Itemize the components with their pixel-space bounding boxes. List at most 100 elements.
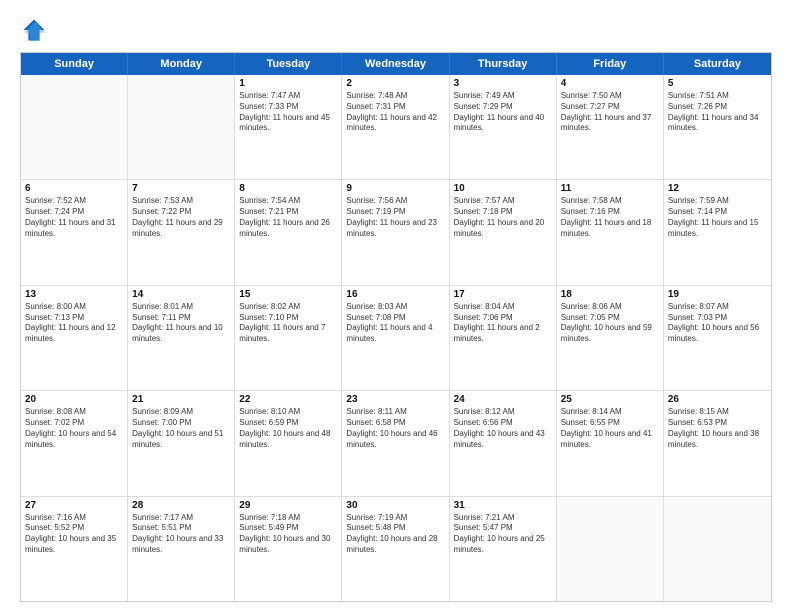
day-number: 16	[346, 289, 444, 300]
day-number: 30	[346, 500, 444, 511]
calendar-cell-7: 7Sunrise: 7:53 AM Sunset: 7:22 PM Daylig…	[128, 180, 235, 284]
header-day-friday: Friday	[557, 53, 664, 75]
cell-info: Sunrise: 8:10 AM Sunset: 6:59 PM Dayligh…	[239, 407, 337, 450]
day-number: 11	[561, 183, 659, 194]
calendar-cell-empty	[21, 75, 128, 179]
calendar-cell-empty	[557, 497, 664, 601]
header-day-tuesday: Tuesday	[235, 53, 342, 75]
cell-info: Sunrise: 7:19 AM Sunset: 5:48 PM Dayligh…	[346, 513, 444, 556]
cell-info: Sunrise: 7:47 AM Sunset: 7:33 PM Dayligh…	[239, 91, 337, 134]
day-number: 20	[25, 394, 123, 405]
cell-info: Sunrise: 8:15 AM Sunset: 6:53 PM Dayligh…	[668, 407, 767, 450]
calendar-row-0: 1 Sunrise: 7:47 AM Sunset: 7:33 PM Daylig…	[21, 75, 771, 179]
cell-info: Sunrise: 8:03 AM Sunset: 7:08 PM Dayligh…	[346, 302, 444, 345]
day-number: 5	[668, 78, 767, 89]
header	[20, 16, 772, 44]
day-number: 4	[561, 78, 659, 89]
calendar-cell-14: 14 Sunrise: 8:01 AM Sunset: 7:11 PM Dayli…	[128, 286, 235, 390]
cell-info: Sunrise: 7:49 AM Sunset: 7:29 PM Dayligh…	[454, 91, 552, 134]
calendar-row-3: 20Sunrise: 8:08 AM Sunset: 7:02 PM Dayli…	[21, 390, 771, 495]
calendar-cell-24: 24 Sunrise: 8:12 AM Sunset: 6:56 PM Dayli…	[450, 391, 557, 495]
calendar-cell-17: 17 Sunrise: 8:04 AM Sunset: 7:06 PM Dayli…	[450, 286, 557, 390]
cell-info: Sunrise: 8:11 AM Sunset: 6:58 PM Dayligh…	[346, 407, 444, 450]
cell-info: Sunrise: 8:12 AM Sunset: 6:56 PM Dayligh…	[454, 407, 552, 450]
calendar-row-2: 13 Sunrise: 8:00 AM Sunset: 7:13 PM Dayli…	[21, 285, 771, 390]
day-number: 19	[668, 289, 767, 300]
cell-info: Sunrise: 8:14 AM Sunset: 6:55 PM Dayligh…	[561, 407, 659, 450]
page: SundayMondayTuesdayWednesdayThursdayFrid…	[0, 0, 792, 612]
cell-info: Sunrise: 8:01 AM Sunset: 7:11 PM Dayligh…	[132, 302, 230, 345]
calendar-cell-6: 6Sunrise: 7:52 AM Sunset: 7:24 PM Daylig…	[21, 180, 128, 284]
cell-info: Sunrise: 7:56 AM Sunset: 7:19 PM Dayligh…	[346, 196, 444, 239]
cell-info: Sunrise: 7:51 AM Sunset: 7:26 PM Dayligh…	[668, 91, 767, 134]
logo	[20, 16, 52, 44]
day-number: 9	[346, 183, 444, 194]
cell-info: Sunrise: 7:50 AM Sunset: 7:27 PM Dayligh…	[561, 91, 659, 134]
cell-info: Sunrise: 7:48 AM Sunset: 7:31 PM Dayligh…	[346, 91, 444, 134]
calendar-body: 1 Sunrise: 7:47 AM Sunset: 7:33 PM Daylig…	[21, 75, 771, 601]
cell-info: Sunrise: 7:59 AM Sunset: 7:14 PM Dayligh…	[668, 196, 767, 239]
day-number: 28	[132, 500, 230, 511]
calendar-header: SundayMondayTuesdayWednesdayThursdayFrid…	[21, 53, 771, 75]
cell-info: Sunrise: 8:07 AM Sunset: 7:03 PM Dayligh…	[668, 302, 767, 345]
header-day-wednesday: Wednesday	[342, 53, 449, 75]
calendar-cell-10: 10Sunrise: 7:57 AM Sunset: 7:18 PM Dayli…	[450, 180, 557, 284]
day-number: 31	[454, 500, 552, 511]
cell-info: Sunrise: 7:52 AM Sunset: 7:24 PM Dayligh…	[25, 196, 123, 239]
day-number: 14	[132, 289, 230, 300]
cell-info: Sunrise: 7:57 AM Sunset: 7:18 PM Dayligh…	[454, 196, 552, 239]
calendar-cell-21: 21 Sunrise: 8:09 AM Sunset: 7:00 PM Dayli…	[128, 391, 235, 495]
day-number: 23	[346, 394, 444, 405]
header-day-monday: Monday	[128, 53, 235, 75]
day-number: 29	[239, 500, 337, 511]
calendar-cell-empty	[664, 497, 771, 601]
cell-info: Sunrise: 8:06 AM Sunset: 7:05 PM Dayligh…	[561, 302, 659, 345]
cell-info: Sunrise: 7:18 AM Sunset: 5:49 PM Dayligh…	[239, 513, 337, 556]
cell-info: Sunrise: 8:09 AM Sunset: 7:00 PM Dayligh…	[132, 407, 230, 450]
calendar-cell-18: 18 Sunrise: 8:06 AM Sunset: 7:05 PM Dayli…	[557, 286, 664, 390]
day-number: 18	[561, 289, 659, 300]
day-number: 3	[454, 78, 552, 89]
calendar-cell-9: 9 Sunrise: 7:56 AM Sunset: 7:19 PM Daylig…	[342, 180, 449, 284]
cell-info: Sunrise: 8:00 AM Sunset: 7:13 PM Dayligh…	[25, 302, 123, 345]
day-number: 25	[561, 394, 659, 405]
calendar-cell-empty	[128, 75, 235, 179]
day-number: 22	[239, 394, 337, 405]
calendar-cell-11: 11 Sunrise: 7:58 AM Sunset: 7:16 PM Dayli…	[557, 180, 664, 284]
day-number: 8	[239, 183, 337, 194]
calendar-row-4: 27 Sunrise: 7:16 AM Sunset: 5:52 PM Dayli…	[21, 496, 771, 601]
calendar-cell-30: 30 Sunrise: 7:19 AM Sunset: 5:48 PM Dayli…	[342, 497, 449, 601]
logo-icon	[20, 16, 48, 44]
calendar-cell-22: 22 Sunrise: 8:10 AM Sunset: 6:59 PM Dayli…	[235, 391, 342, 495]
day-number: 17	[454, 289, 552, 300]
day-number: 24	[454, 394, 552, 405]
day-number: 12	[668, 183, 767, 194]
calendar-cell-29: 29 Sunrise: 7:18 AM Sunset: 5:49 PM Dayli…	[235, 497, 342, 601]
day-number: 27	[25, 500, 123, 511]
calendar-cell-2: 2Sunrise: 7:48 AM Sunset: 7:31 PM Daylig…	[342, 75, 449, 179]
day-number: 15	[239, 289, 337, 300]
cell-info: Sunrise: 7:16 AM Sunset: 5:52 PM Dayligh…	[25, 513, 123, 556]
calendar-cell-19: 19 Sunrise: 8:07 AM Sunset: 7:03 PM Dayli…	[664, 286, 771, 390]
cell-info: Sunrise: 7:21 AM Sunset: 5:47 PM Dayligh…	[454, 513, 552, 556]
calendar-cell-15: 15 Sunrise: 8:02 AM Sunset: 7:10 PM Dayli…	[235, 286, 342, 390]
cell-info: Sunrise: 8:04 AM Sunset: 7:06 PM Dayligh…	[454, 302, 552, 345]
header-day-saturday: Saturday	[664, 53, 771, 75]
day-number: 13	[25, 289, 123, 300]
calendar-cell-4: 4 Sunrise: 7:50 AM Sunset: 7:27 PM Daylig…	[557, 75, 664, 179]
cell-info: Sunrise: 7:58 AM Sunset: 7:16 PM Dayligh…	[561, 196, 659, 239]
calendar-cell-20: 20Sunrise: 8:08 AM Sunset: 7:02 PM Dayli…	[21, 391, 128, 495]
calendar-cell-1: 1 Sunrise: 7:47 AM Sunset: 7:33 PM Daylig…	[235, 75, 342, 179]
day-number: 1	[239, 78, 337, 89]
day-number: 21	[132, 394, 230, 405]
calendar-cell-3: 3 Sunrise: 7:49 AM Sunset: 7:29 PM Daylig…	[450, 75, 557, 179]
calendar-cell-5: 5 Sunrise: 7:51 AM Sunset: 7:26 PM Daylig…	[664, 75, 771, 179]
calendar-cell-31: 31 Sunrise: 7:21 AM Sunset: 5:47 PM Dayli…	[450, 497, 557, 601]
cell-info: Sunrise: 7:17 AM Sunset: 5:51 PM Dayligh…	[132, 513, 230, 556]
calendar-row-1: 6Sunrise: 7:52 AM Sunset: 7:24 PM Daylig…	[21, 179, 771, 284]
calendar-cell-16: 16 Sunrise: 8:03 AM Sunset: 7:08 PM Dayli…	[342, 286, 449, 390]
calendar-cell-28: 28 Sunrise: 7:17 AM Sunset: 5:51 PM Dayli…	[128, 497, 235, 601]
calendar-cell-13: 13 Sunrise: 8:00 AM Sunset: 7:13 PM Dayli…	[21, 286, 128, 390]
cell-info: Sunrise: 7:53 AM Sunset: 7:22 PM Dayligh…	[132, 196, 230, 239]
cell-info: Sunrise: 8:02 AM Sunset: 7:10 PM Dayligh…	[239, 302, 337, 345]
